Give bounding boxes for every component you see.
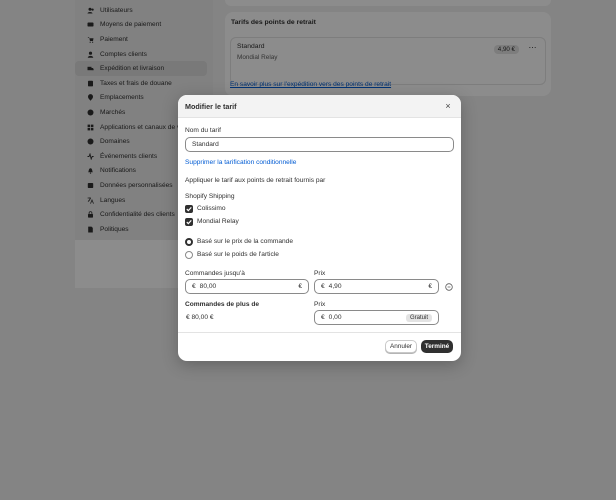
currency-prefix: € xyxy=(192,283,196,290)
price-value: 4,90 xyxy=(328,283,342,290)
remove-condition-icon[interactable] xyxy=(445,283,453,291)
price-over-input[interactable]: € 0,00 Gratuit xyxy=(314,310,439,325)
done-button[interactable]: Terminé xyxy=(421,340,453,353)
currency-suffix: € xyxy=(428,283,432,290)
apply-rate-label: Appliquer le tarif aux points de retrait… xyxy=(185,177,326,184)
price-over-label: Prix xyxy=(314,301,326,308)
shipping-group-label: Shopify Shipping xyxy=(185,193,235,200)
orders-up-to-value: 80,00 xyxy=(199,283,217,290)
rate-name-label: Nom du tarif xyxy=(185,127,221,134)
colissimo-checkbox[interactable] xyxy=(185,205,193,213)
checkmark-icon xyxy=(186,206,192,212)
currency-prefix: € xyxy=(321,314,325,321)
order-price-label: Basé sur le prix de la commande xyxy=(197,238,294,245)
price-input[interactable]: € 4,90 € xyxy=(314,279,439,294)
mondial-relay-checkbox[interactable] xyxy=(185,218,193,226)
orders-up-to-label: Commandes jusqu'à xyxy=(185,270,245,277)
footer-divider xyxy=(178,332,461,333)
mondial-relay-label: Mondial Relay xyxy=(197,218,239,225)
price-label: Prix xyxy=(314,270,326,277)
remove-conditional-pricing-link[interactable]: Supprimer la tarification conditionnelle xyxy=(185,159,296,166)
free-badge: Gratuit xyxy=(405,313,432,322)
currency-prefix: € xyxy=(321,283,325,290)
price-over-value: 0,00 xyxy=(328,314,342,321)
order-price-radio[interactable] xyxy=(185,238,193,246)
modal-header: Modifier le tarif × xyxy=(178,95,461,118)
cancel-button[interactable]: Annuler xyxy=(385,340,417,353)
currency-suffix: € xyxy=(298,283,302,290)
orders-up-to-input[interactable]: € 80,00 € xyxy=(185,279,309,294)
orders-over-value: € 80,00 € xyxy=(186,314,214,321)
checkmark-icon xyxy=(186,219,192,225)
close-icon[interactable]: × xyxy=(443,101,453,111)
item-weight-radio[interactable] xyxy=(185,251,193,259)
orders-over-label: Commandes de plus de xyxy=(185,301,260,308)
edit-rate-modal: Modifier le tarif × Nom du tarif Standar… xyxy=(178,95,461,361)
item-weight-label: Basé sur le poids de l'article xyxy=(197,251,279,258)
rate-name-value: Standard xyxy=(192,141,219,148)
colissimo-label: Colissimo xyxy=(197,205,226,212)
modal-title: Modifier le tarif xyxy=(185,102,237,111)
rate-name-input[interactable]: Standard xyxy=(185,137,454,152)
